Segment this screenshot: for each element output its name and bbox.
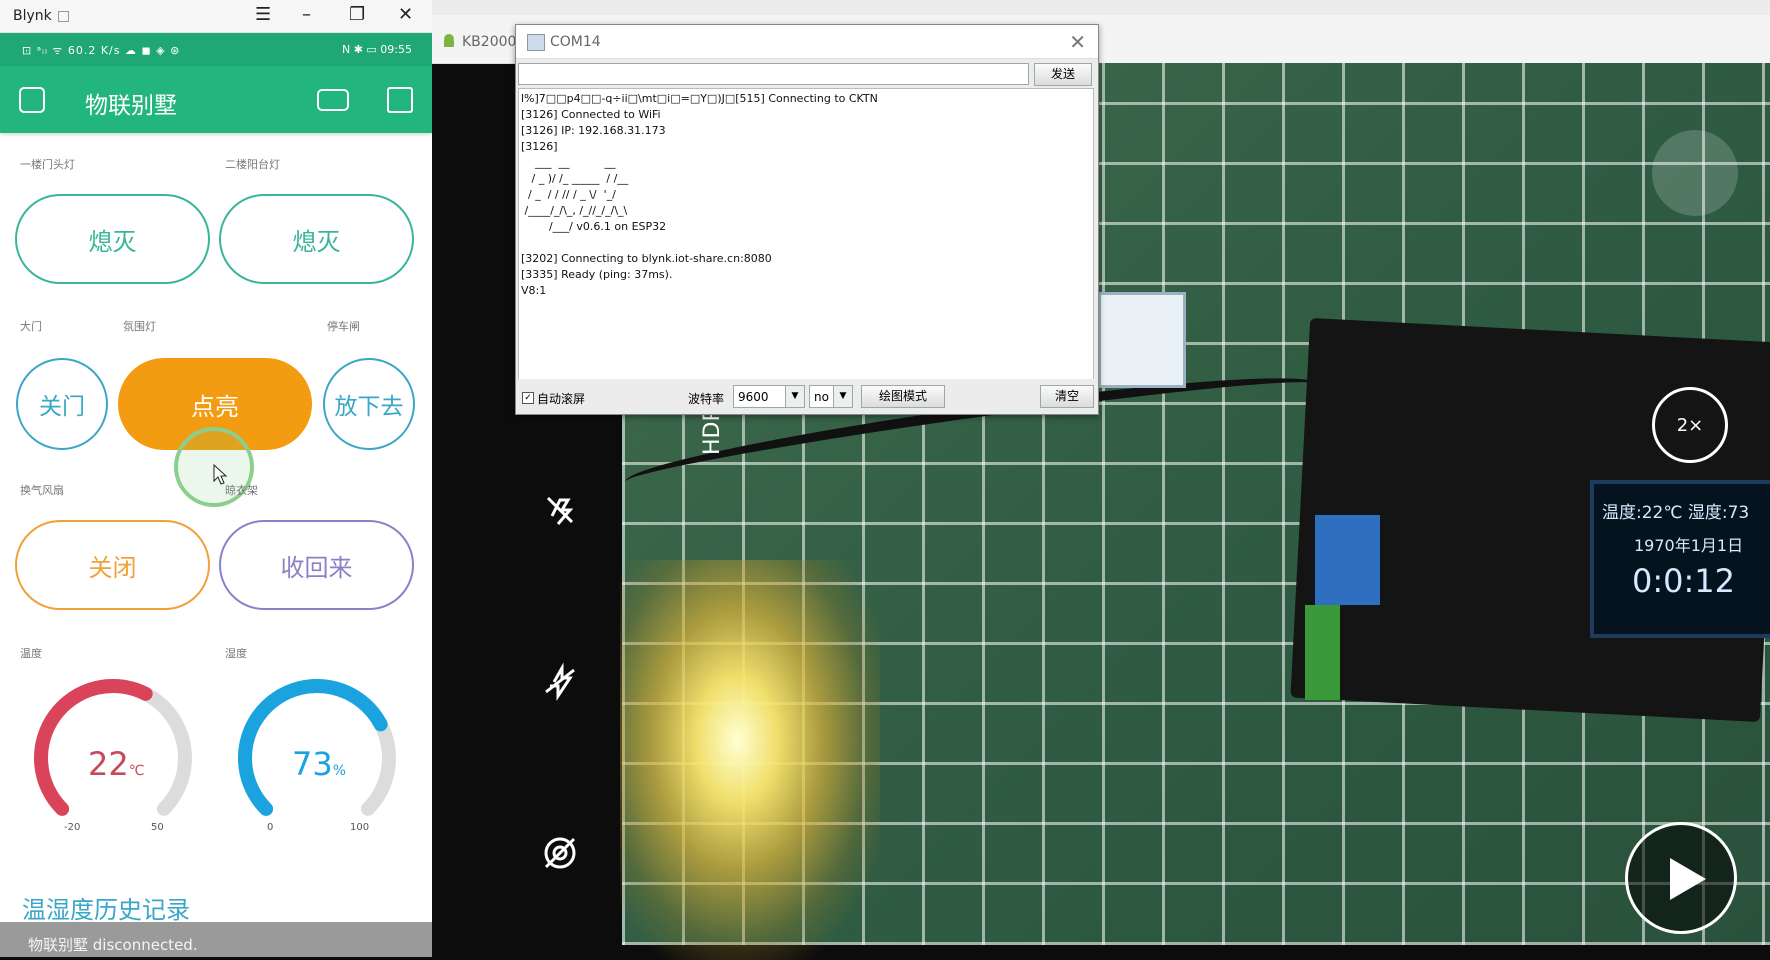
app-bar: 物联别墅	[0, 66, 432, 133]
temperature-min: -20	[64, 822, 81, 833]
label-gate: 大门	[20, 320, 42, 333]
minimize-icon[interactable]: –	[302, 5, 311, 25]
dht-sensor	[1098, 292, 1186, 388]
plot-mode-button[interactable]: 绘图模式	[861, 385, 945, 408]
serial-monitor-window: COM14 ✕ 发送 l%]7□□p4□□-q÷ii□\mt□i□=□Y□)J□…	[515, 24, 1099, 415]
play-icon	[1670, 858, 1706, 900]
background-window-strip	[432, 0, 1770, 15]
gate-button[interactable]: 关门	[16, 358, 108, 450]
label-rack: 晾衣架	[225, 484, 258, 497]
humidity-max: 100	[350, 822, 370, 833]
label-humidity: 湿度	[225, 647, 247, 660]
android-icon	[444, 34, 454, 47]
rack-button[interactable]: 收回来	[219, 520, 414, 610]
label-ambient: 氛围灯	[123, 320, 156, 333]
menu-icon[interactable]: ☰	[255, 5, 271, 25]
humidity-min: 0	[267, 822, 274, 833]
fan-button[interactable]: 关闭	[15, 520, 210, 610]
flash-off-icon[interactable]	[540, 662, 580, 702]
oled-line-3: 0:0:12	[1632, 562, 1735, 600]
label-door-light: 一楼门头灯	[20, 158, 75, 171]
line-ending-select[interactable]: no ▼	[809, 385, 853, 408]
serial-controls: ✓ 自动滚屏 波特率 9600 ▼ no ▼ 绘图模式 清空	[516, 379, 1098, 414]
send-input[interactable]	[518, 63, 1029, 85]
disconnected-text: 物联别墅 disconnected.	[28, 936, 198, 954]
temperature-max: 50	[151, 822, 164, 833]
serial-titlebar: COM14 ✕	[516, 25, 1098, 59]
line-ending-value: no	[814, 390, 829, 404]
history-chart-title: 温湿度历史记录	[22, 896, 190, 924]
humidity-value: 73%	[292, 745, 347, 783]
blynk-window: Blynk ☰ – ❐ ✕ ⊡ ᵃᵢₗ ᯤ 60.2 K/s ☁ ◼ ◈ ⊛ N…	[0, 0, 432, 957]
restore-icon[interactable]: ❐	[349, 5, 365, 25]
window-pin-icon[interactable]	[58, 11, 69, 22]
camera-window-title: KB2000	[462, 34, 517, 50]
baud-select[interactable]: 9600 ▼	[733, 385, 805, 408]
autoscroll-checkbox[interactable]: ✓	[522, 392, 534, 404]
close-icon[interactable]: ✕	[398, 5, 413, 25]
oled-display: 温度:22℃ 湿度:73 1970年1月1日 0:0:12	[1590, 480, 1770, 638]
send-button[interactable]: 发送	[1034, 63, 1092, 86]
label-temperature: 温度	[20, 647, 42, 660]
oled-line-1: 温度:22℃ 湿度:73	[1602, 503, 1750, 523]
project-title: 物联别墅	[85, 93, 177, 119]
flash-auto-icon[interactable]	[540, 490, 580, 530]
zoom-button[interactable]: 2×	[1652, 387, 1728, 463]
door-light-button[interactable]: 熄灭	[15, 194, 210, 284]
blynk-titlebar: Blynk ☰ – ❐ ✕	[0, 0, 432, 33]
serial-title: COM14	[550, 34, 601, 50]
phone-statusbar: ⊡ ᵃᵢₗ ᯤ 60.2 K/s ☁ ◼ ◈ ⊛ N ✱ ▭ 09:55	[0, 33, 432, 66]
dip-switch	[1315, 515, 1380, 605]
chevron-down-icon: ▼	[833, 386, 852, 407]
camera-effects-button[interactable]	[1652, 130, 1738, 216]
baud-label: 波特率	[688, 392, 725, 406]
statusbar-right: N ✱ ▭ 09:55	[341, 43, 412, 56]
exit-project-icon[interactable]	[19, 87, 45, 113]
parking-gate-button[interactable]: 放下去	[323, 358, 415, 450]
baud-value: 9600	[738, 390, 769, 404]
autoscroll-label: 自动滚屏	[537, 392, 586, 406]
terminal-block	[1305, 605, 1340, 700]
blynk-window-title: Blynk	[13, 8, 52, 24]
temperature-value: 22℃	[88, 745, 145, 783]
label-fan: 换气风扇	[20, 484, 64, 497]
serial-output[interactable]: l%]7□□p4□□-q÷ii□\mt□i□=□Y□)J□[515] Conne…	[518, 88, 1094, 401]
play-mode-icon[interactable]	[387, 87, 413, 113]
disconnected-banner: 物联别墅 disconnected.	[0, 922, 432, 957]
statusbar-left: ⊡ ᵃᵢₗ ᯤ 60.2 K/s ☁ ◼ ◈ ⊛	[22, 44, 181, 57]
live-photo-off-icon[interactable]	[540, 833, 580, 873]
java-app-icon	[527, 34, 545, 51]
oled-line-2: 1970年1月1日	[1634, 536, 1744, 555]
fairy-lights	[620, 560, 880, 960]
serial-close-icon[interactable]: ✕	[1069, 30, 1086, 54]
label-parking: 停车闸	[327, 320, 360, 333]
label-balcony-light: 二楼阳台灯	[225, 158, 280, 171]
balcony-light-button[interactable]: 熄灭	[219, 194, 414, 284]
chevron-down-icon: ▼	[785, 386, 804, 407]
play-button[interactable]	[1625, 822, 1737, 934]
device-icon[interactable]	[317, 89, 349, 111]
clear-button[interactable]: 清空	[1040, 385, 1094, 408]
